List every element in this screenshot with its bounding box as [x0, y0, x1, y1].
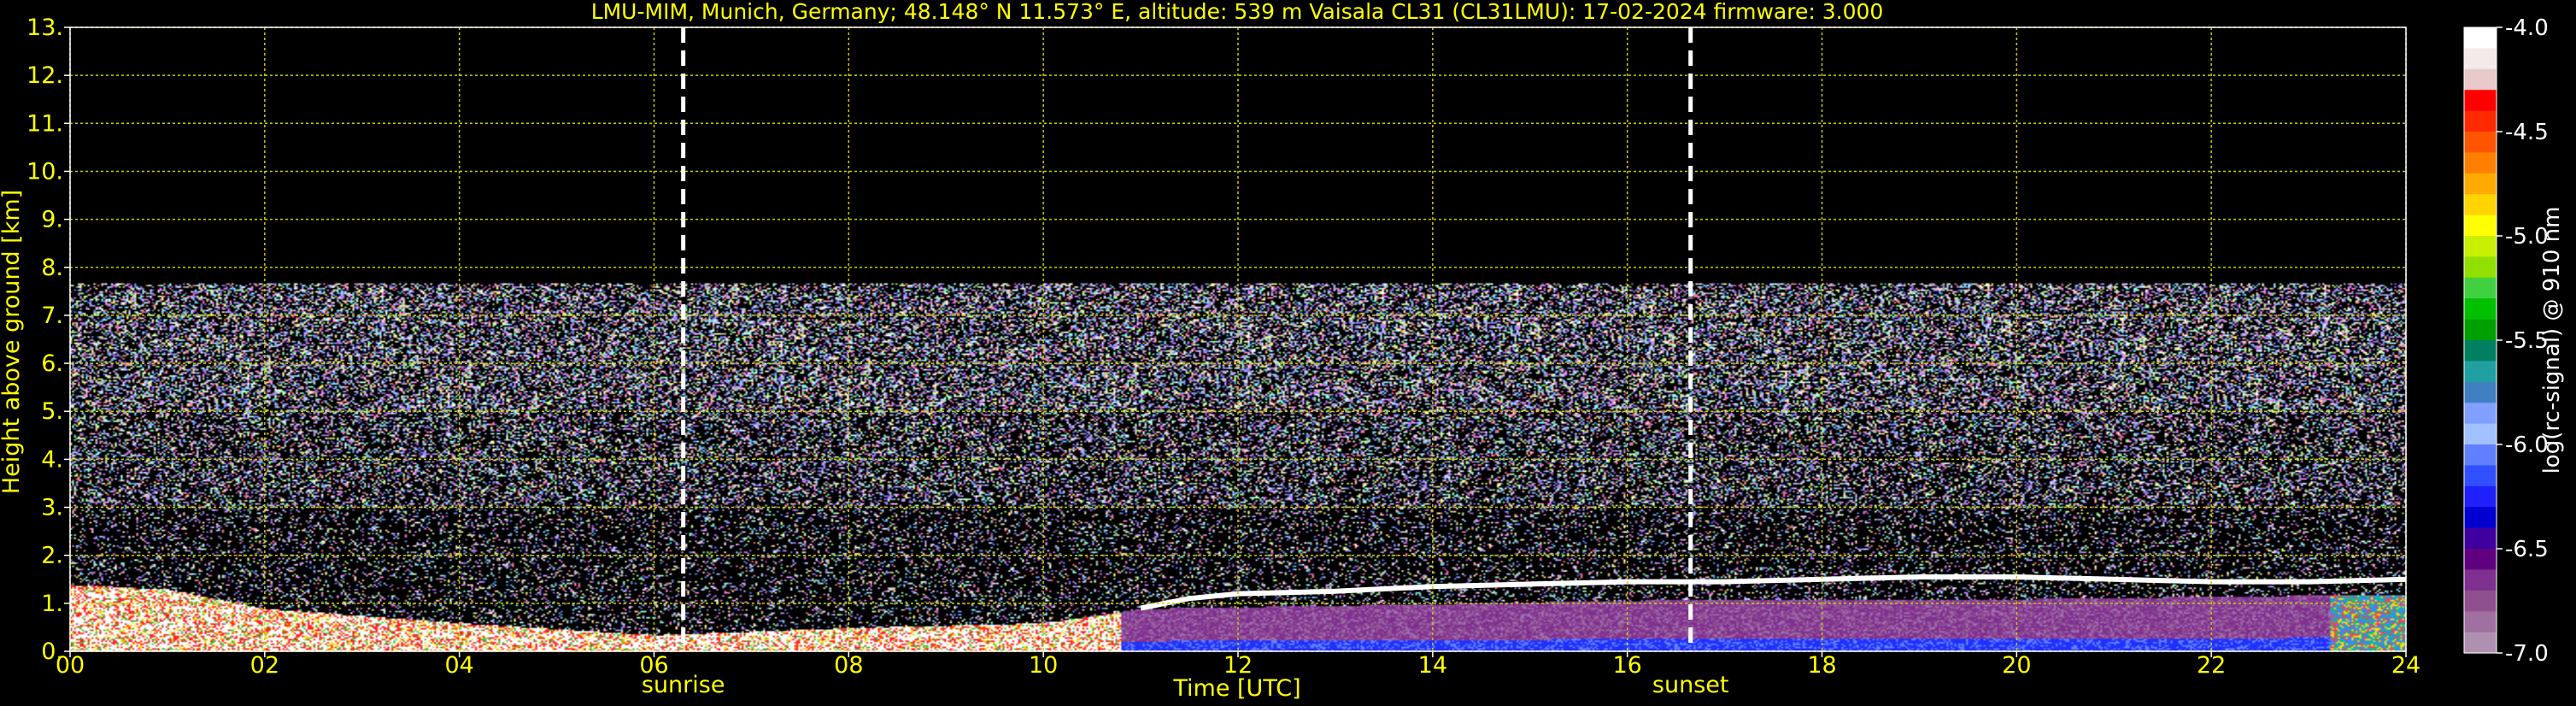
- ceilometer-chart: sunrise sunset 00 02 04 06 08 10 12 14 16 18 20 22 24…: [0, 0, 2565, 702]
- colorbar-swatch: [2464, 173, 2497, 195]
- colorbar-swatch: [2464, 485, 2497, 508]
- colorbar-swatch: [2464, 549, 2497, 570]
- colorbar-swatch: [2464, 444, 2497, 466]
- colorbar-swatch: [2464, 527, 2497, 550]
- y-tick-label: 8.: [41, 255, 63, 281]
- y-tick-label: 1.: [41, 591, 63, 617]
- y-tick-label: 3.: [41, 495, 63, 521]
- x-tick-label: 18: [1807, 652, 1836, 679]
- x-tick-label: 16: [1612, 652, 1641, 679]
- colorbar-swatch: [2464, 27, 2497, 49]
- colorbar: -4.0-4.5-5.0-5.5-6.0-6.5-7.0: [2463, 15, 2549, 667]
- colorbar-swatch: [2464, 132, 2497, 153]
- colorbar-tick-label: -7.0: [2505, 641, 2549, 667]
- colorbar-swatch: [2464, 381, 2497, 403]
- y-tick-label: 11.: [26, 110, 63, 137]
- colorbar-swatch: [2464, 507, 2497, 529]
- y-tick-label: 13.: [26, 15, 63, 41]
- y-tick-label: 4.: [41, 446, 63, 473]
- colorbar-swatch: [2464, 465, 2497, 487]
- y-tick-label: 12.: [26, 62, 63, 89]
- colorbar-swatch: [2464, 340, 2497, 362]
- x-tick-label: 02: [250, 652, 279, 679]
- colorbar-tick-label: -6.5: [2505, 537, 2549, 562]
- chart-title: LMU-MIM, Munich, Germany; 48.148° N 11.5…: [591, 0, 1884, 24]
- colorbar-swatch: [2464, 319, 2497, 341]
- colorbar-swatch: [2464, 68, 2497, 91]
- x-tick-label: 24: [2391, 652, 2421, 679]
- colorbar-swatch: [2464, 632, 2497, 654]
- colorbar-swatch: [2464, 423, 2497, 445]
- colorbar-swatch: [2464, 569, 2497, 591]
- colorbar-swatch: [2464, 590, 2497, 612]
- colorbar-swatch: [2464, 152, 2497, 174]
- colorbar-label: log(rc-signal) @ 910 nm: [2539, 207, 2565, 474]
- y-tick-label: 7.: [41, 303, 63, 329]
- colorbar-swatch: [2464, 215, 2497, 237]
- y-tick-label: 5.: [41, 398, 63, 425]
- x-tick-label: 20: [2002, 652, 2031, 679]
- y-tick-label: 0.: [41, 638, 63, 665]
- x-tick-label: 06: [639, 652, 668, 679]
- colorbar-swatch: [2464, 277, 2497, 299]
- y-tick-label: 6.: [41, 350, 63, 377]
- x-tick-label: 22: [2197, 652, 2226, 679]
- x-tick-label: 08: [834, 652, 863, 679]
- x-tick-label: 04: [444, 652, 473, 679]
- colorbar-swatch: [2464, 298, 2497, 321]
- x-tick-label: 10: [1029, 652, 1058, 679]
- y-tick-label: 10.: [26, 158, 63, 185]
- colorbar-swatch: [2464, 256, 2497, 279]
- x-tick-label: 14: [1418, 652, 1447, 679]
- colorbar-tick-label: -4.0: [2505, 15, 2549, 41]
- marker-label-sunset: sunset: [1652, 672, 1729, 698]
- y-axis-label: Height above ground [km]: [0, 190, 25, 494]
- colorbar-swatch: [2464, 194, 2497, 216]
- colorbar-swatch: [2464, 110, 2497, 132]
- colorbar-swatch: [2464, 403, 2497, 425]
- colorbar-swatch: [2464, 90, 2497, 112]
- x-axis-label: Time [UTC]: [1172, 675, 1300, 702]
- colorbar-swatch: [2464, 611, 2497, 633]
- colorbar-swatch: [2464, 48, 2497, 70]
- colorbar-swatch: [2464, 361, 2497, 383]
- colorbar-tick-label: -4.5: [2505, 120, 2549, 145]
- y-tick-label: 2.: [41, 543, 63, 569]
- colorbar-swatch: [2464, 236, 2497, 257]
- y-tick-label: 9.: [41, 207, 63, 233]
